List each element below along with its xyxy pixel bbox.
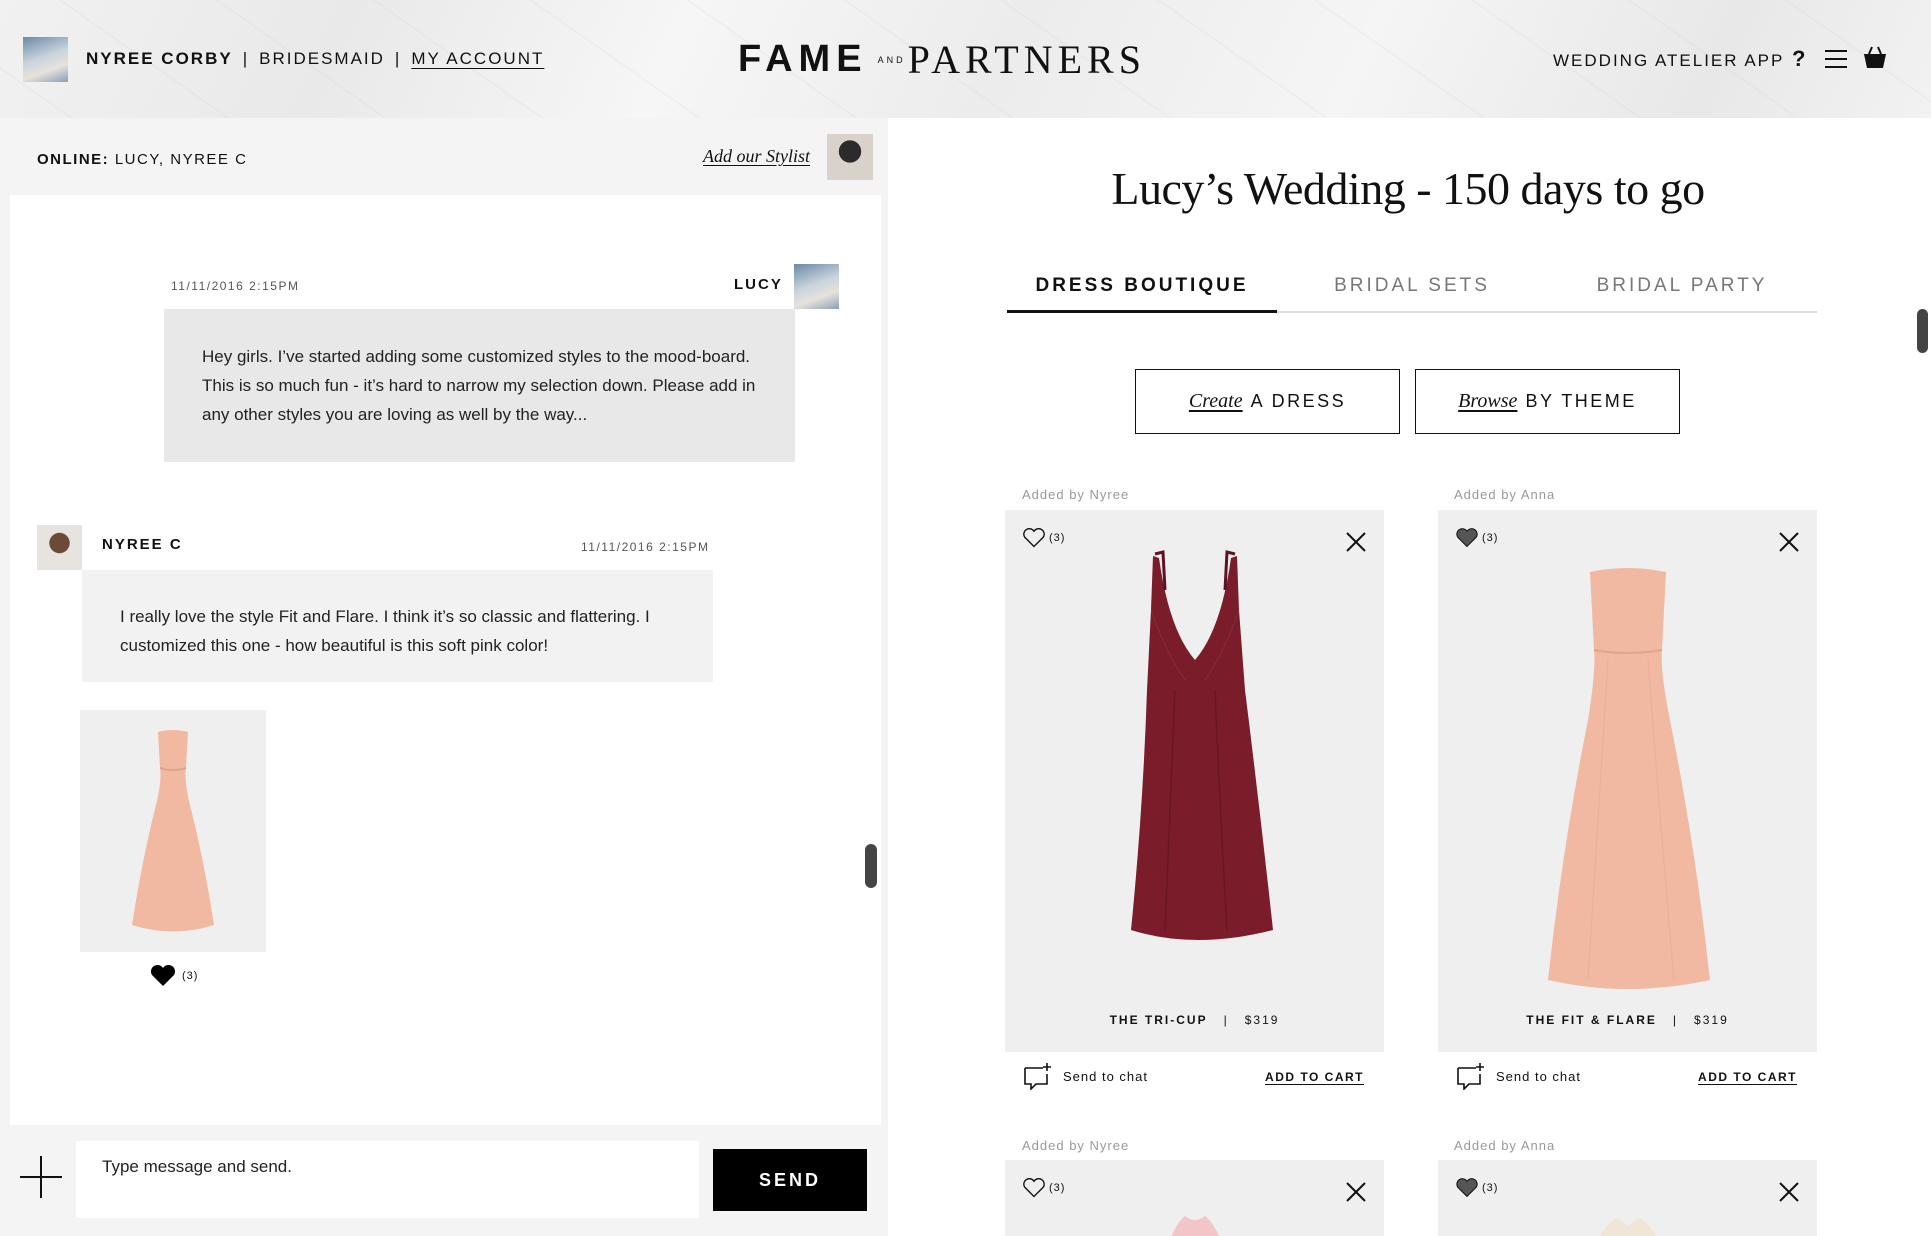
chat-messages[interactable]: 11/11/2016 2:15PM LUCY Hey girls. I’ve s…: [10, 195, 881, 1125]
user-role: BRIDESMAID: [259, 49, 385, 68]
user-name: NYREE CORBY: [86, 49, 233, 68]
dress-card[interactable]: (3): [1438, 1160, 1817, 1236]
send-to-chat-label: Send to chat: [1496, 1068, 1581, 1084]
added-by-label: Added by Nyree: [1022, 1138, 1130, 1153]
heart-outline-icon[interactable]: [1023, 1178, 1045, 1198]
dress-card[interactable]: (3): [1005, 1160, 1384, 1236]
likes-count: (3): [1482, 1182, 1499, 1194]
dress-name: THE TRI-CUP: [1109, 1013, 1208, 1027]
send-to-chat-button[interactable]: Send to chat: [1456, 1062, 1581, 1090]
send-to-chat-label: Send to chat: [1063, 1068, 1148, 1084]
dress-name: THE FIT & FLARE: [1526, 1013, 1657, 1027]
dress-caption: THE FIT & FLARE | $319: [1526, 1013, 1729, 1027]
likes-count: (3): [1049, 532, 1066, 544]
online-label: ONLINE:: [37, 151, 110, 168]
heart-filled-icon[interactable]: [1456, 1178, 1478, 1198]
dress-image: [1131, 550, 1273, 940]
heart-outline-icon[interactable]: [1023, 528, 1045, 548]
create-a-dress-button[interactable]: Create A DRESS: [1135, 369, 1400, 434]
card-likes[interactable]: (3): [1456, 528, 1498, 548]
my-account-link[interactable]: MY ACCOUNT: [411, 49, 544, 69]
attachment-likes[interactable]: (3): [150, 965, 198, 987]
browse-by-theme-button[interactable]: Browse BY THEME: [1415, 369, 1680, 434]
browse-script: Browse: [1458, 390, 1518, 412]
card-likes[interactable]: (3): [1456, 1178, 1498, 1198]
user-avatar[interactable]: [23, 37, 68, 82]
dress-image: [132, 730, 214, 932]
separator: |: [242, 49, 250, 68]
top-header: NYREE CORBY | BRIDESMAID | MY ACCOUNT FA…: [0, 0, 1931, 118]
logo-and: AND: [877, 54, 906, 65]
added-by-label: Added by Anna: [1454, 1138, 1556, 1153]
remove-close-icon[interactable]: [1346, 1182, 1366, 1202]
dress-card[interactable]: (3) THE TRI-CUP | $319: [1005, 510, 1384, 1052]
remove-close-icon[interactable]: [1346, 532, 1366, 552]
dress-image: [1171, 1216, 1220, 1236]
tab-bridal-party[interactable]: BRIDAL PARTY: [1547, 275, 1817, 311]
chat-panel: ONLINE: LUCY, NYREE C Add our Stylist 11…: [0, 118, 888, 1236]
send-button[interactable]: SEND: [713, 1149, 867, 1211]
chat-add-icon: [1457, 1063, 1484, 1090]
remove-close-icon[interactable]: [1779, 532, 1799, 552]
dress-caption: THE TRI-CUP | $319: [1109, 1013, 1280, 1027]
remove-close-icon[interactable]: [1779, 1182, 1799, 1202]
author-avatar: [794, 264, 839, 309]
message-timestamp: 11/11/2016 2:15PM: [171, 279, 300, 293]
wedding-atelier-app-link[interactable]: WEDDING ATELIER APP: [1553, 51, 1784, 71]
create-script: Create: [1188, 390, 1243, 412]
add-to-cart-link[interactable]: ADD TO CART: [1698, 1070, 1797, 1084]
brand-logo[interactable]: FAME AND PARTNERS: [738, 36, 1146, 83]
message-author: LUCY: [734, 276, 783, 293]
heart-filled-icon[interactable]: [1456, 528, 1478, 548]
page-title: Lucy’s Wedding - 150 days to go: [1111, 163, 1705, 214]
card-actions: Send to chat ADD TO CART: [1438, 1062, 1817, 1092]
likes-count: (3): [182, 970, 199, 982]
message-input[interactable]: [76, 1141, 699, 1218]
online-status: ONLINE: LUCY, NYREE C: [37, 151, 247, 168]
logo-fame: FAME: [738, 38, 868, 80]
message-bubble: I really love the style Fit and Flare. I…: [82, 570, 713, 682]
hamburger-menu-icon[interactable]: [1825, 50, 1847, 68]
dress-price: $319: [1244, 1013, 1280, 1027]
browse-label: BY THEME: [1525, 391, 1637, 411]
message-author: NYREE C: [102, 536, 183, 553]
card-actions: Send to chat ADD TO CART: [1005, 1062, 1384, 1092]
add-to-cart-link[interactable]: ADD TO CART: [1265, 1070, 1364, 1084]
chat-scrollbar[interactable]: [865, 844, 877, 888]
stylist-avatar[interactable]: [827, 134, 873, 180]
send-to-chat-button[interactable]: Send to chat: [1023, 1062, 1148, 1090]
card-likes[interactable]: (3): [1023, 1178, 1065, 1198]
add-stylist-link[interactable]: Add our Stylist: [703, 146, 810, 167]
dress-card[interactable]: (3) THE FIT & FLARE | $319: [1438, 510, 1817, 1052]
logo-partners: PARTNERS: [907, 37, 1146, 82]
online-users: LUCY, NYREE C: [114, 151, 248, 168]
author-avatar: [37, 525, 82, 570]
card-likes[interactable]: (3): [1023, 528, 1065, 548]
tab-dress-boutique[interactable]: DRESS BOUTIQUE: [1007, 275, 1277, 313]
tab-bar: DRESS BOUTIQUE BRIDAL SETS BRIDAL PARTY: [1007, 275, 1817, 313]
heart-filled-icon[interactable]: [150, 965, 176, 987]
likes-count: (3): [1049, 1182, 1066, 1194]
dress-image: [1600, 1218, 1656, 1236]
added-by-label: Added by Anna: [1454, 487, 1556, 502]
help-icon[interactable]: ?: [1792, 46, 1805, 72]
message-timestamp: 11/11/2016 2:15PM: [581, 540, 710, 554]
shopping-basket-icon[interactable]: [1862, 44, 1888, 70]
likes-count: (3): [1482, 532, 1499, 544]
main-scrollbar[interactable]: [1917, 309, 1928, 353]
separator: |: [394, 49, 402, 68]
attached-dress-image[interactable]: [80, 710, 266, 952]
user-info: NYREE CORBY | BRIDESMAID | MY ACCOUNT: [86, 49, 544, 69]
message-bubble: Hey girls. I’ve started adding some cust…: [164, 309, 795, 462]
dress-image: [1548, 568, 1710, 989]
add-attachment-icon[interactable]: [20, 1156, 62, 1198]
create-label: A DRESS: [1250, 391, 1347, 411]
dress-price: $319: [1694, 1013, 1729, 1027]
tab-bridal-sets[interactable]: BRIDAL SETS: [1277, 275, 1547, 311]
chat-add-icon: [1024, 1063, 1051, 1090]
added-by-label: Added by Nyree: [1022, 487, 1130, 502]
